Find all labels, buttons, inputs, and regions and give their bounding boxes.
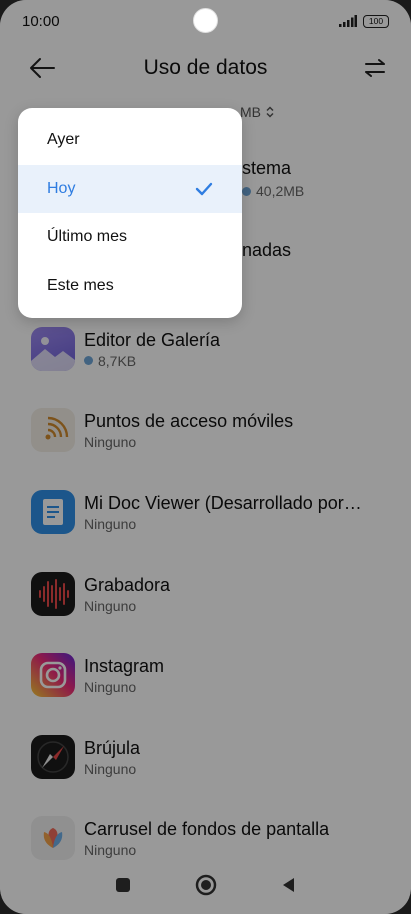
camera-cutout — [193, 8, 218, 33]
menu-item-hoy[interactable]: Hoy — [18, 164, 242, 213]
menu-item-ultimo-mes[interactable]: Último mes — [18, 213, 242, 262]
period-dropdown-menu: Ayer Hoy Último mes Este mes — [18, 108, 242, 318]
menu-item-label: Este mes — [47, 276, 114, 294]
menu-item-label: Último mes — [47, 228, 128, 246]
checkmark-icon — [195, 182, 213, 195]
menu-item-ayer[interactable]: Ayer — [18, 116, 242, 165]
menu-item-label: Ayer — [47, 131, 80, 149]
phone-screen: 10:00 100 Uso de datos MB stema 40,2MB n… — [0, 0, 411, 914]
menu-item-label: Hoy — [47, 179, 76, 197]
menu-item-este-mes[interactable]: Este mes — [18, 262, 242, 311]
